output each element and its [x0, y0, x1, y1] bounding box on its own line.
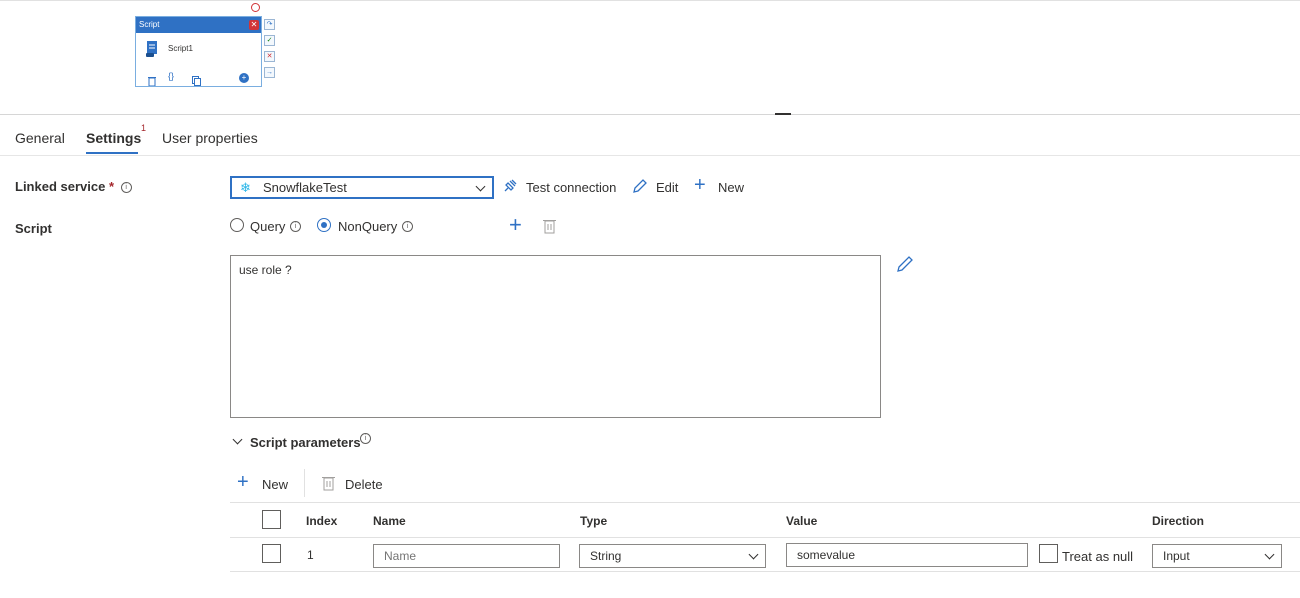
parameter-type-select[interactable]: String	[579, 544, 766, 568]
column-header-type: Type	[580, 514, 608, 528]
linked-service-label-row: Linked service * i	[15, 179, 132, 194]
column-header-name: Name	[373, 514, 406, 528]
script-label: Script	[15, 221, 52, 236]
script-activity-node[interactable]: Script ✕ Script1 {} +	[135, 16, 262, 87]
row-checkbox[interactable]	[262, 544, 281, 563]
add-output-icon[interactable]: +	[239, 73, 249, 83]
parameter-name-input[interactable]	[373, 544, 560, 568]
success-icon[interactable]: ✓	[264, 35, 275, 46]
query-radio[interactable]	[230, 218, 244, 232]
snowflake-icon: ❄	[240, 180, 251, 195]
new-label: New	[718, 180, 745, 195]
plug-icon	[502, 178, 518, 194]
linked-service-dropdown[interactable]: ❄ SnowflakeTest	[230, 176, 494, 199]
column-header-direction: Direction	[1152, 514, 1205, 528]
toolbar-divider	[304, 469, 305, 497]
info-icon: i	[120, 182, 132, 194]
info-icon: i	[360, 433, 371, 444]
linked-service-value: SnowflakeTest	[263, 180, 347, 195]
table-row-divider	[230, 537, 1300, 538]
pencil-icon[interactable]	[896, 255, 914, 273]
delete-icon	[322, 475, 335, 491]
tab-settings[interactable]: Settings	[86, 130, 141, 146]
settings-error-badge: 1	[141, 123, 147, 133]
panel-splitter[interactable]	[0, 114, 1300, 115]
nonquery-label: NonQuery	[338, 219, 398, 234]
node-rotate-handle[interactable]	[251, 3, 260, 12]
plus-icon: +	[237, 471, 249, 493]
copy-icon[interactable]	[192, 73, 201, 86]
node-delete-icon[interactable]: ✕	[249, 20, 259, 30]
add-script-icon[interactable]: +	[509, 214, 522, 236]
info-icon: i	[402, 221, 413, 232]
parameters-header-line	[230, 502, 1300, 503]
table-bottom-line	[230, 571, 1300, 572]
script-icon	[146, 41, 158, 57]
chevron-down-icon	[748, 549, 759, 560]
linked-service-label: Linked service	[15, 179, 106, 194]
select-all-checkbox[interactable]	[262, 510, 281, 529]
treat-as-null-checkbox[interactable]	[1039, 544, 1058, 563]
active-tab-indicator	[86, 152, 138, 154]
edit-label: Edit	[656, 180, 679, 195]
script-textarea[interactable]: use role ?	[230, 255, 881, 418]
chevron-down-icon	[232, 434, 243, 445]
parameter-type-value: String	[590, 549, 622, 563]
parameter-value-input[interactable]: somevalue	[786, 543, 1028, 567]
new-parameter-label: New	[262, 477, 289, 492]
column-header-index: Index	[306, 514, 338, 528]
nonquery-radio[interactable]	[317, 218, 331, 232]
plus-icon: +	[694, 174, 706, 196]
fail-icon[interactable]: ✕	[264, 51, 275, 62]
row-index: 1	[307, 548, 314, 562]
redo-icon[interactable]: ↷	[264, 19, 275, 30]
code-icon[interactable]: {}	[168, 71, 174, 81]
tabs-divider	[0, 155, 1300, 156]
delete-script-icon[interactable]	[543, 218, 556, 234]
chevron-down-icon	[475, 181, 486, 192]
column-header-value: Value	[786, 514, 818, 528]
query-label: Query	[250, 219, 286, 234]
treat-as-null-label: Treat as null	[1062, 549, 1134, 564]
node-name: Script1	[168, 44, 193, 53]
tab-user-properties[interactable]: User properties	[162, 130, 258, 146]
splitter-handle[interactable]	[775, 113, 791, 115]
direction-value: Input	[1163, 549, 1190, 563]
node-header: Script ✕	[136, 17, 261, 33]
script-parameters-title: Script parameters	[250, 435, 361, 450]
direction-select[interactable]: Input	[1152, 544, 1282, 568]
node-type-label: Script	[139, 20, 160, 29]
required-marker: *	[108, 179, 115, 194]
info-icon: i	[290, 221, 301, 232]
delete-icon[interactable]	[148, 73, 156, 87]
completion-icon[interactable]: →	[264, 67, 275, 78]
delete-parameter-label: Delete	[345, 477, 383, 492]
tab-general[interactable]: General	[15, 130, 65, 146]
test-connection-label: Test connection	[526, 180, 617, 195]
pencil-icon	[632, 178, 648, 194]
chevron-down-icon	[1264, 549, 1275, 560]
